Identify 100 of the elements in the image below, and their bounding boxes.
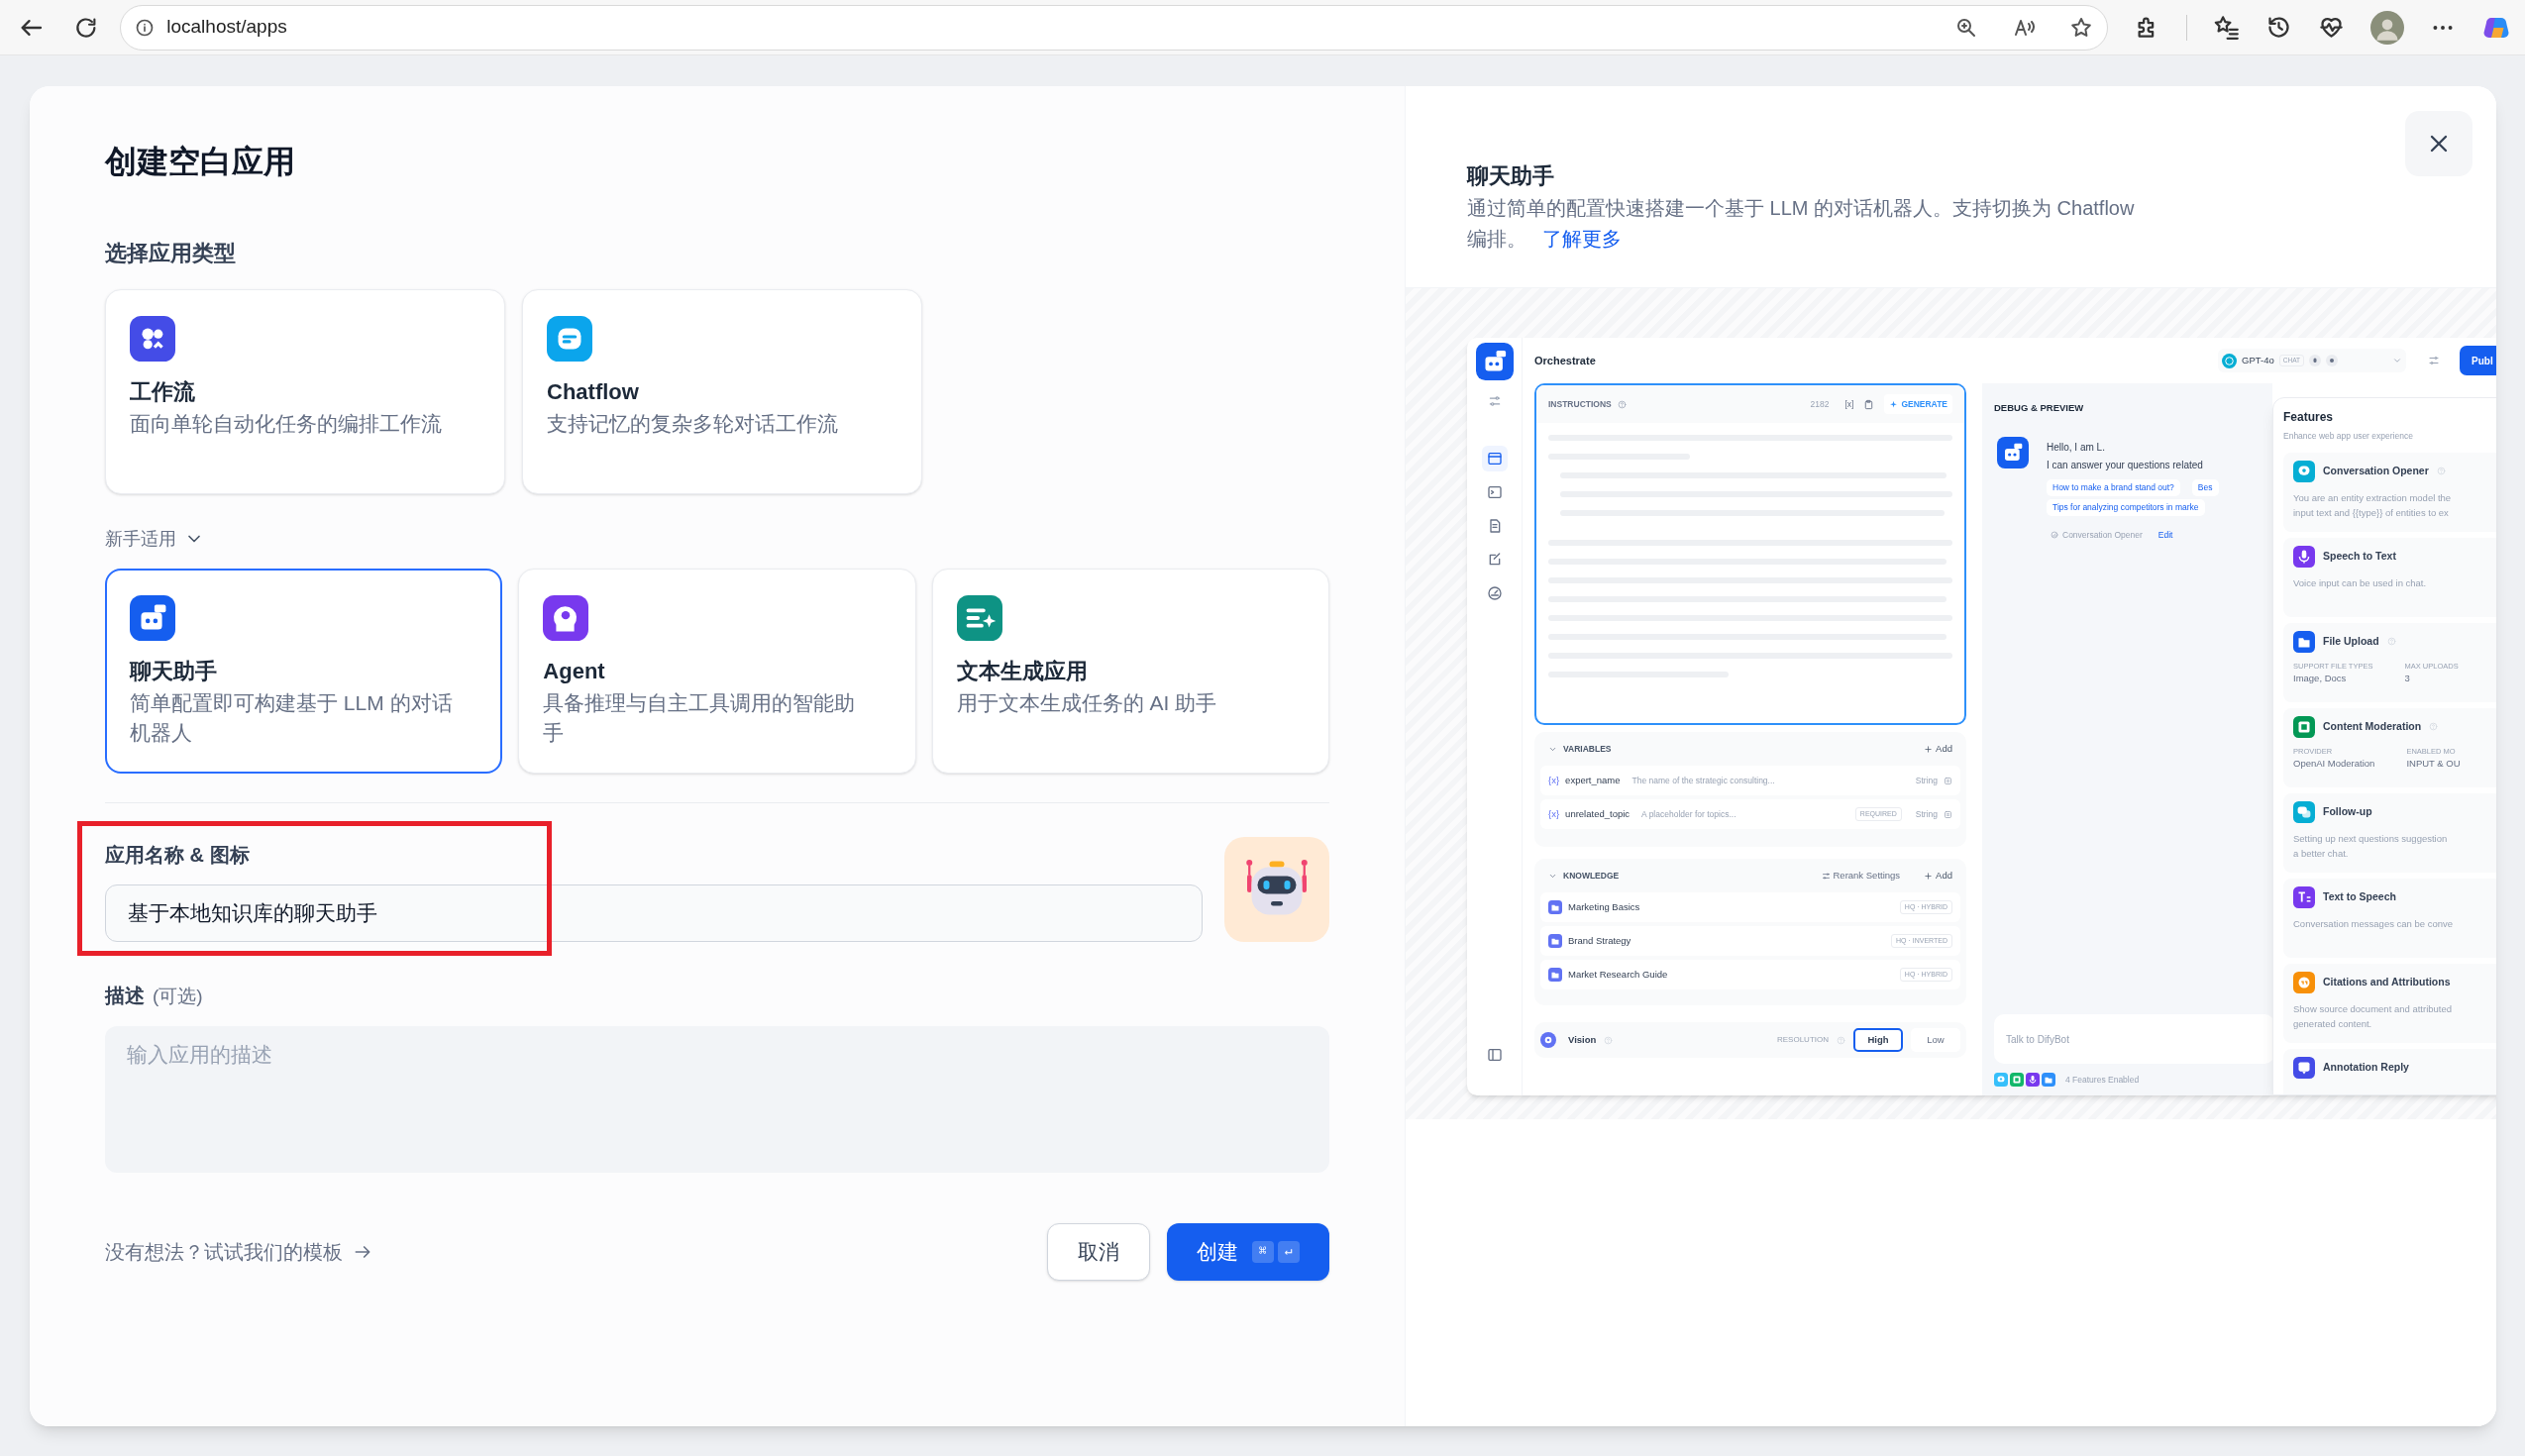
- optional-note: (可选): [153, 985, 203, 1008]
- feature-name: File Upload: [2323, 633, 2379, 649]
- variable-type: String: [1915, 807, 1938, 821]
- chevron-icon: [2392, 356, 2402, 365]
- name-input-field[interactable]: 基于本地知识库的聊天助手: [105, 884, 1203, 942]
- panel-title: DEBUG & PREVIEW: [1994, 401, 2085, 415]
- resolution-option[interactable]: High: [1853, 1028, 1903, 1052]
- field-label: 应用名称 & 图标: [105, 843, 251, 868]
- app-type-card[interactable]: 聊天助手 简单配置即可构建基于 LLM 的对话机器人: [105, 569, 503, 774]
- panel-subtitle: Enhance web app user experience: [2283, 430, 2414, 443]
- card-title: 文本生成应用: [956, 658, 1089, 685]
- plus-icon: [1924, 744, 1934, 754]
- suggestion-chip[interactable]: How to make a brand stand out?: [2047, 479, 2180, 496]
- character-count: 2182: [1810, 397, 1830, 411]
- info-icon[interactable]: [135, 17, 156, 38]
- variable-type: String: [1915, 774, 1938, 787]
- favorites-icon[interactable]: [2213, 14, 2240, 41]
- rerank-settings-button[interactable]: Rerank Settings: [1821, 868, 1901, 884]
- feature-description: Conversation messages can be conve: [2293, 916, 2455, 931]
- create-button[interactable]: 创建 ⌘ ↵: [1167, 1223, 1329, 1281]
- card-description: 用于文本生成任务的 AI 助手: [956, 690, 1218, 716]
- variable-row[interactable]: {x} expert_name The name of the strategic consulting... String: [1540, 766, 1960, 795]
- features-status: 4 Features Enabled: [2065, 1073, 2140, 1087]
- card-title: Agent: [543, 658, 606, 685]
- chat-message: I can answer your questions related: [2047, 459, 2204, 473]
- microphone-icon: [2308, 355, 2321, 366]
- preview-description: 通过简单的配置快速搭建一个基于 LLM 的对话机器人。支持切换为 Chatflow 编排。 了解更多: [1467, 196, 2136, 252]
- app-type-card[interactable]: 工作流 面向单轮自动化任务的编排工作流: [105, 289, 505, 494]
- chat-input-field[interactable]: Talk to DifyBot: [1994, 1014, 2272, 1064]
- model-name: GPT-4o: [2242, 353, 2274, 367]
- add-button[interactable]: Add: [1924, 868, 1952, 884]
- section-title: VARIABLES: [1563, 742, 1612, 756]
- history-icon[interactable]: [2265, 14, 2292, 41]
- sliders-icon[interactable]: [2428, 355, 2440, 366]
- feature-card[interactable]: Conversation Opener You are an entity extraction model the input text and {{type}} of entities to ex: [2283, 452, 2496, 532]
- field-value: Image, Docs: [2293, 672, 2348, 685]
- model-icon: [2222, 353, 2237, 368]
- edit-link[interactable]: Edit: [2157, 528, 2173, 542]
- knowledge-name: Marketing Basics: [1568, 899, 1640, 914]
- feature-card[interactable]: Citations and Attributions Show source document and attributed generated content.: [2283, 963, 2496, 1043]
- instructions-editor[interactable]: INSTRUCTIONS 2182 [x] GENERATE: [1534, 383, 1966, 725]
- suggestion-chip[interactable]: Tips for analyzing competitors in marke: [2047, 499, 2205, 516]
- feature-card[interactable]: Follow-up Setting up next questions suggestion a better chat.: [2283, 792, 2496, 873]
- plus-icon: [1924, 871, 1934, 881]
- address-bar[interactable]: localhost/apps: [120, 4, 2108, 51]
- feature-card[interactable]: Speech to Text Voice input can be used in chat.: [2283, 537, 2496, 617]
- description-field[interactable]: 输入应用的描述: [105, 1026, 1329, 1173]
- panel-title: Orchestrate: [1534, 353, 1596, 368]
- card-title: 聊天助手: [130, 658, 218, 685]
- card-title: 工作流: [130, 378, 196, 406]
- app-type-card[interactable]: Agent 具备推理与自主工具调用的智能助手: [518, 569, 916, 774]
- feature-card[interactable]: Text to Speech Conversation messages can be conve: [2283, 878, 2496, 958]
- publish-button[interactable]: Publ: [2460, 346, 2496, 375]
- section-title: KNOWLEDGE: [1563, 869, 1620, 883]
- feature-icon: [2010, 1073, 2024, 1087]
- beginner-toggle[interactable]: 新手适用: [105, 527, 204, 551]
- card-description: 具备推理与自主工具调用的智能助手: [543, 690, 857, 746]
- feature-name: Follow-up: [2323, 803, 2372, 819]
- avatar[interactable]: [2370, 10, 2404, 45]
- feature-name: Speech to Text: [2323, 548, 2396, 564]
- star-icon[interactable]: [2069, 15, 2093, 40]
- resolution-option[interactable]: Low: [1911, 1028, 1960, 1052]
- editor-label: INSTRUCTIONS: [1548, 397, 1612, 411]
- card-description: 简单配置即可构建基于 LLM 的对话机器人: [130, 690, 454, 746]
- learn-more-link[interactable]: 了解更多: [1541, 228, 1622, 250]
- knowledge-name: Brand Strategy: [1568, 933, 1631, 948]
- field-label: 描述: [105, 984, 145, 1008]
- feature-description: Show source document and attributed: [2293, 1001, 2453, 1016]
- feature-name: Content Moderation: [2323, 718, 2422, 734]
- feature-name: Citations and Attributions: [2323, 974, 2451, 989]
- app-type-card[interactable]: 文本生成应用 用于文本生成任务的 AI 助手: [931, 569, 1329, 774]
- opener-note: Conversation Opener: [2062, 528, 2143, 542]
- feature-card[interactable]: Annotation Reply: [2283, 1048, 2496, 1094]
- feature-icon: [1994, 1073, 2008, 1087]
- app-type-card[interactable]: Chatflow 支持记忆的复杂多轮对话工作流: [522, 289, 922, 494]
- cancel-button[interactable]: 取消: [1047, 1223, 1150, 1281]
- feature-description: generated content.: [2293, 1016, 2373, 1031]
- card-description: 支持记忆的复杂多轮对话工作流: [547, 411, 839, 437]
- sliders-icon[interactable]: [1487, 394, 1502, 408]
- variable-description: A placeholder for topics...: [1641, 807, 1736, 821]
- feature-description: Setting up next questions suggestion: [2293, 831, 2449, 846]
- feature-description: You are an entity extraction model the: [2293, 490, 2453, 505]
- panel-title: Features: [2283, 410, 2335, 424]
- robot-icon: [1475, 343, 1514, 380]
- variable-description: The name of the strategic consulting...: [1631, 774, 1775, 787]
- suggestion-chip[interactable]: Bes: [2191, 479, 2219, 496]
- knowledge-name: Market Research Guide: [1568, 967, 1668, 982]
- app-icon-button[interactable]: [1224, 837, 1329, 942]
- chat-message: Hello, I am L.: [2047, 441, 2106, 456]
- shortcut-key: ↵: [1278, 1241, 1300, 1263]
- url-text: localhost/apps: [166, 15, 288, 40]
- sparkle-icon: [1889, 399, 1899, 409]
- template-link[interactable]: 没有想法？试试我们的模板: [105, 1237, 372, 1267]
- dialog-title: 创建空白应用: [105, 143, 296, 181]
- add-button[interactable]: Add: [1924, 741, 1952, 757]
- window-icon[interactable]: [1481, 446, 1508, 471]
- field-value: OpenAI Moderation: [2293, 757, 2375, 771]
- clipboard-icon[interactable]: [1863, 398, 1875, 410]
- opener-icon: [2051, 531, 2058, 540]
- variable-insert-button[interactable]: [x]: [1844, 397, 1854, 411]
